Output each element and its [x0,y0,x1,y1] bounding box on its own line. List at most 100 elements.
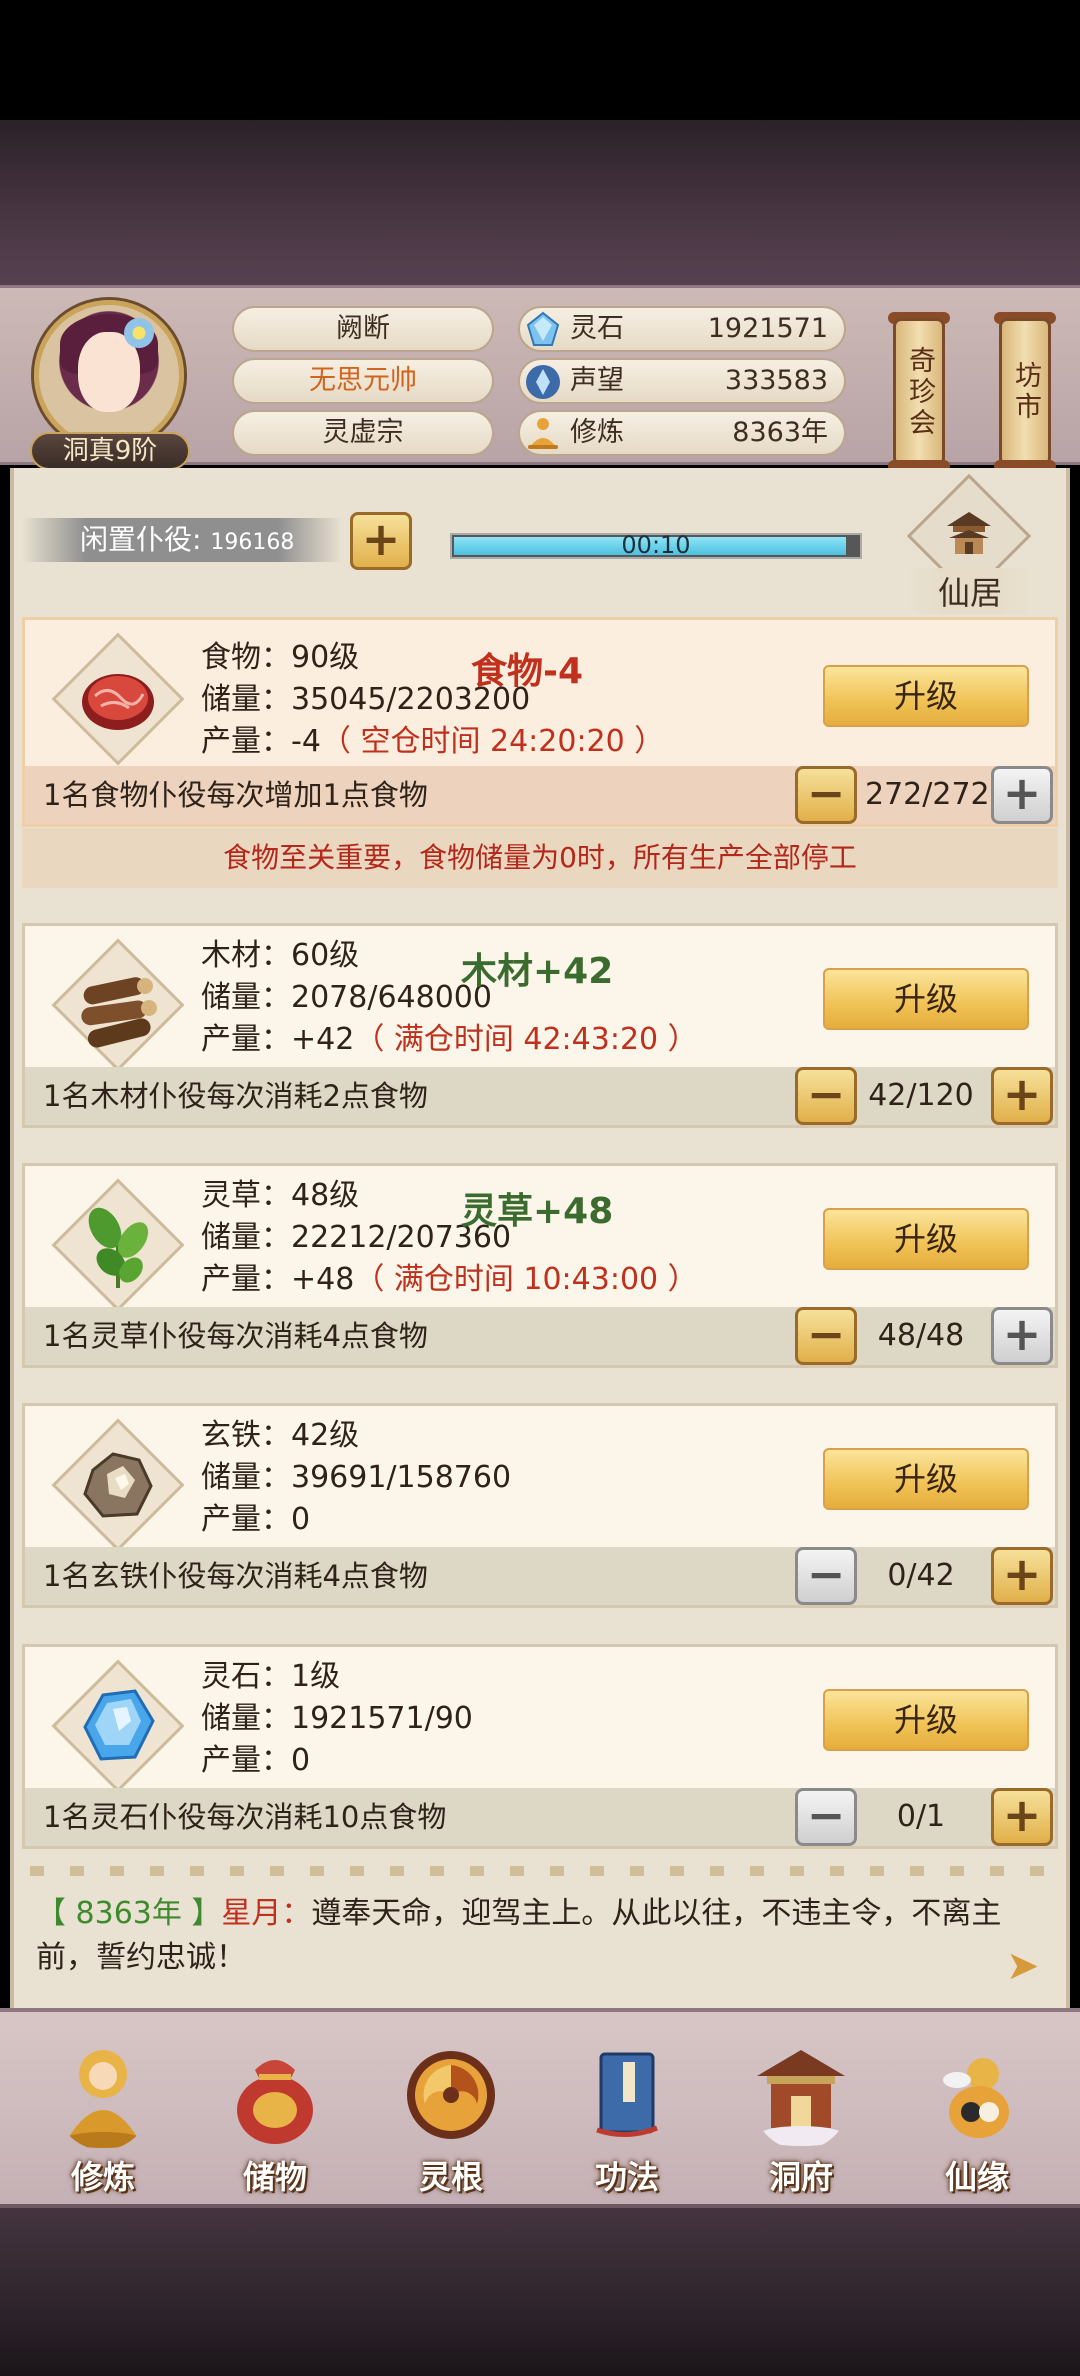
cultivate-icon [63,2050,143,2148]
idle-servants-label: 闲置仆役: 196168 [80,520,294,563]
gourd-icon [943,2058,1009,2138]
meditation-icon [528,418,558,449]
add-idle-servant-button[interactable]: + [350,512,412,570]
add-servant-button[interactable]: + [991,766,1053,824]
idle-colon: : [192,523,202,556]
nav-cave-dwelling[interactable]: 洞府 [726,2032,876,2208]
xianju-button[interactable]: 仙居 [905,568,1035,614]
servant-count: 42/120 [868,1078,974,1113]
add-servant-button[interactable]: + [991,1547,1053,1605]
iron-level: 玄铁：42级 [201,1418,360,1453]
player-title: 无思元帅 [232,358,494,404]
remove-servant-button[interactable]: − [795,1067,857,1125]
herb-level: 灵草：48级 [201,1178,360,1213]
herb-icon [88,1207,149,1288]
pavilion-icon [947,512,991,554]
wood-output: 产量：+42（ 满仓时间 42:43:20 ） [201,1020,698,1060]
ore-icon [83,1452,153,1518]
upgrade-spirit-stone-button[interactable]: 升级 [823,1689,1029,1751]
remove-servant-button[interactable]: − [795,1788,857,1846]
spirit-stone-servant-row: 1名灵石仆役每次消耗10点食物 − 0/1 + [25,1788,1055,1846]
log-speaker: 星月： [221,1896,312,1931]
food-change-float: 食物-4 [471,651,583,692]
log-year: 【 8363年 】 [36,1896,222,1931]
logs-icon [81,977,157,1048]
nav-fate[interactable]: 仙缘 [902,2032,1052,2208]
resource-value: 8363年 [732,417,828,448]
resource-cultivation[interactable]: 修炼 8363年 [518,410,846,456]
nav-label: 功法 [594,2158,659,2196]
herb-change-float: 灵草+48 [461,1191,614,1232]
resource-card-spirit-stone: 灵石：1级 储量：1921571/90 产量：0 升级 1名灵石仆役每次消耗10… [22,1644,1058,1849]
food-servant-row: 1名食物仆役每次增加1点食物 − 272/272 + [25,766,1055,824]
wood-storage: 储量：2078/648000 [201,980,492,1015]
servant-description: 1名木材仆役每次消耗2点食物 [43,1079,428,1113]
remove-servant-button[interactable]: − [795,1307,857,1365]
upgrade-iron-button[interactable]: 升级 [823,1448,1029,1510]
upgrade-herb-button[interactable]: 升级 [823,1208,1029,1270]
rank-badge: 洞真9阶 [30,432,190,470]
production-timer-text: 00:10 [621,531,691,559]
upgrade-wood-button[interactable]: 升级 [823,968,1029,1030]
servant-count: 0/42 [887,1558,955,1593]
resource-card-iron: 玄铁：42级 储量：39691/158760 产量：0 升级 1名玄铁仆役每次消… [22,1403,1058,1608]
resource-label: 灵石 [570,313,624,344]
resource-prestige[interactable]: 声望 333583 [518,358,846,404]
servant-description: 1名食物仆役每次增加1点食物 [43,778,428,812]
scripture-book-icon [596,2052,658,2137]
avatar[interactable]: 洞真9阶 [24,296,194,470]
spirit-stone-output: 产量：0 [201,1741,310,1781]
output-note: （ 满仓时间 10:43:00 ） [354,1262,698,1297]
spirit-root-icon [407,2051,495,2139]
ornament-divider [30,1866,1050,1876]
market-button[interactable]: 坊市 [999,318,1051,466]
wood-level: 木材：60级 [201,938,360,973]
nav-spirit-root[interactable]: 灵根 [376,2032,526,2208]
top-backdrop [0,120,1080,290]
output-value: 产量：-4 [201,724,321,759]
resource-value: 1921571 [707,313,828,344]
remove-servant-button[interactable]: − [795,1547,857,1605]
output-value: 产量：+48 [201,1262,355,1297]
servant-description: 1名玄铁仆役每次消耗4点食物 [43,1559,428,1593]
resource-value: 333583 [724,365,828,396]
herb-output: 产量：+48（ 满仓时间 10:43:00 ） [201,1260,698,1300]
next-arrow-icon[interactable]: ➤ [1006,1946,1046,1986]
spirit-stone-level: 灵石：1级 [201,1659,341,1694]
resource-label: 声望 [570,365,624,396]
story-log: 【 8363年 】星月：遵奉天命，迎驾主上。从此以往，不违主令，不离主前，誓约忠… [36,1892,1036,1980]
crystal-icon [83,1689,155,1761]
resource-card-food: 食物：90级 储量：35045/2203200 产量：-4（ 空仓时间 24:2… [22,617,1058,827]
pagoda-icon [757,2050,845,2146]
servant-description: 1名灵石仆役每次消耗10点食物 [43,1800,447,1834]
wood-thumb [51,938,185,1072]
add-servant-button[interactable]: + [991,1307,1053,1365]
food-warning: 食物至关重要，食物储量为0时，所有生产全部停工 [223,841,857,874]
output-note: （ 满仓时间 42:43:20 ） [354,1022,698,1057]
nav-label: 储物 [242,2158,307,2196]
servant-count: 48/48 [877,1318,965,1353]
nav-techniques[interactable]: 功法 [552,2032,702,2208]
food-level: 食物：90级 [201,640,360,675]
upgrade-food-button[interactable]: 升级 [823,665,1029,727]
iron-output: 产量：0 [201,1500,310,1540]
food-thumb [51,632,185,766]
remove-servant-button[interactable]: − [795,766,857,824]
herb-servant-row: 1名灵草仆役每次消耗4点食物 − 48/48 + [25,1307,1055,1365]
resource-card-wood: 木材：60级 储量：2078/648000 产量：+42（ 满仓时间 42:43… [22,923,1058,1128]
resource-spirit-stone[interactable]: 灵石 1921571 [518,306,846,352]
add-servant-button[interactable]: + [991,1788,1053,1846]
flower-icon [124,318,154,348]
player-name: 阙断 [232,306,494,352]
herb-thumb [51,1178,185,1312]
iron-servant-row: 1名玄铁仆役每次消耗4点食物 − 0/42 + [25,1547,1055,1605]
treasure-fair-button[interactable]: 奇珍会 [893,318,945,466]
prestige-icon [526,365,560,399]
output-value: 产量：+42 [201,1022,355,1057]
add-servant-button[interactable]: + [991,1067,1053,1125]
nav-storage[interactable]: 储物 [200,2032,350,2208]
bottom-backdrop [0,2205,1080,2376]
servant-count: 0/1 [896,1799,946,1834]
output-value: 产量：0 [201,1502,311,1537]
nav-cultivate[interactable]: 修炼 [28,2032,178,2208]
